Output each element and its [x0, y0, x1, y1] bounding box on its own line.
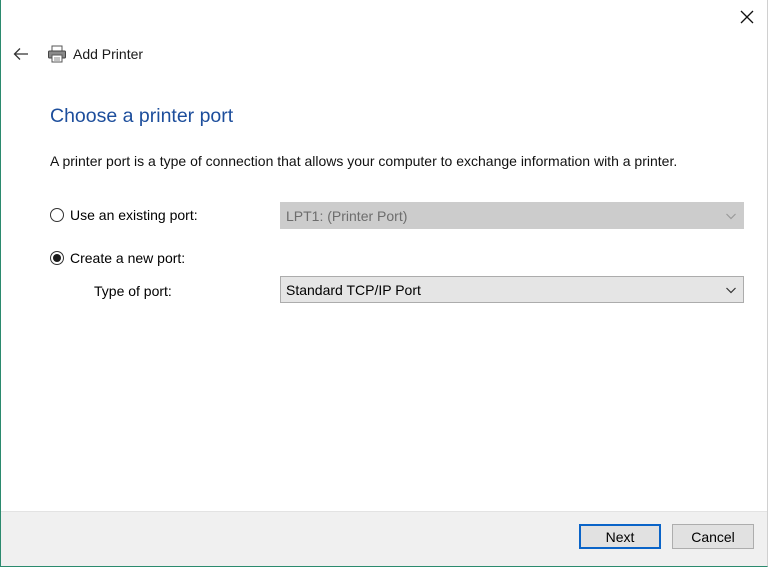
new-port-label: Create a new port: [70, 250, 186, 266]
existing-port-radio[interactable] [50, 208, 64, 222]
new-port-option[interactable]: Create a new port: [50, 250, 185, 266]
port-type-select[interactable]: Standard TCP/IP Port [280, 276, 744, 303]
page-description: A printer port is a type of connection t… [50, 153, 678, 169]
existing-port-value: LPT1: (Printer Port) [286, 207, 408, 224]
back-button[interactable] [11, 44, 31, 64]
window-header: Add Printer [11, 42, 143, 66]
next-button[interactable]: Next [579, 524, 661, 549]
existing-port-label: Use an existing port: [70, 207, 198, 223]
window-title: Add Printer [73, 46, 144, 62]
port-type-value: Standard TCP/IP Port [286, 281, 421, 298]
dialog-footer: Next Cancel [1, 511, 767, 566]
existing-port-select: LPT1: (Printer Port) [280, 202, 744, 229]
back-arrow-icon [13, 48, 28, 60]
page-heading: Choose a printer port [50, 105, 234, 127]
printer-icon [47, 44, 67, 64]
existing-port-option[interactable]: Use an existing port: [50, 207, 198, 223]
close-button[interactable] [733, 4, 761, 30]
port-type-label: Type of port: [94, 283, 172, 299]
cancel-button[interactable]: Cancel [672, 524, 754, 549]
close-icon [740, 10, 754, 24]
chevron-down-icon [726, 213, 736, 220]
chevron-down-icon [726, 287, 736, 294]
new-port-radio[interactable] [50, 251, 64, 265]
add-printer-window: Add Printer Choose a printer port A prin… [0, 0, 768, 567]
